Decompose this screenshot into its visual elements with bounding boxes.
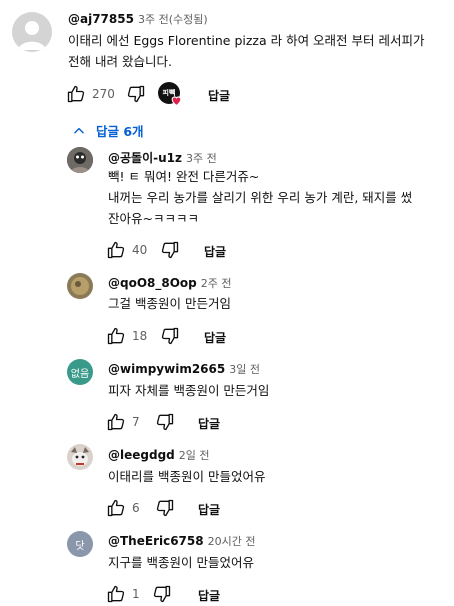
thumbs-up-icon xyxy=(107,499,125,517)
like-button[interactable] xyxy=(106,584,126,604)
avatar-text: 닷 xyxy=(75,540,85,552)
reply-button[interactable]: 답글 xyxy=(198,415,220,432)
comment-text: 이태리 에선 Eggs Florentine pizza 라 하여 오래전 부터… xyxy=(68,30,425,72)
comment-text-line: 피자 자체를 백종원이 만든거임 xyxy=(108,383,270,398)
reply-button[interactable]: 답글 xyxy=(204,329,226,346)
thumbs-down-icon xyxy=(161,241,179,259)
like-button[interactable] xyxy=(106,412,126,432)
profile-photo-icon xyxy=(67,147,93,173)
comment-text: 지구를 백종원이 만들었어유 xyxy=(108,552,254,573)
timestamp[interactable]: 3주 전(수정됨) xyxy=(138,13,208,26)
dislike-button[interactable] xyxy=(155,412,175,432)
comment-header: @TheEric6758 20시간 전 xyxy=(108,533,255,549)
author-handle[interactable]: @aj77855 xyxy=(68,12,134,26)
comment-text-line: 이태리 에선 Eggs Florentine pizza 라 하여 오래전 부터… xyxy=(68,33,425,48)
timestamp[interactable]: 2일 전 xyxy=(179,449,210,462)
like-count: 40 xyxy=(132,243,148,257)
like-button[interactable] xyxy=(66,84,86,104)
comment-header: @aj77855 3주 전(수정됨) xyxy=(68,11,208,27)
thumbs-down-icon xyxy=(156,499,174,517)
timestamp[interactable]: 3주 전 xyxy=(186,152,217,165)
avatar[interactable] xyxy=(67,444,93,470)
replies-toggle-label: 답글 6개 xyxy=(96,124,144,139)
like-button[interactable] xyxy=(106,498,126,518)
thumbs-up-icon xyxy=(107,241,125,259)
reply-button[interactable]: 답글 xyxy=(198,587,220,604)
reply-button[interactable]: 답글 xyxy=(208,87,230,104)
comment-text-line: 이태리를 백종원이 만들었어유 xyxy=(108,469,266,484)
default-avatar-icon xyxy=(18,21,46,50)
like-button[interactable] xyxy=(106,326,126,346)
heart-icon xyxy=(171,96,182,107)
comment-text: 그걸 백종원이 만든거임 xyxy=(108,293,231,314)
comment-text: 빽! ㅌ 뭐여! 완전 다른거쥬~ 내꺼는 우리 농가를 살리기 위한 우리 농… xyxy=(108,166,412,229)
replies-toggle[interactable]: 답글 6개 xyxy=(72,121,144,140)
comment-text-line: 빽! ㅌ 뭐여! 완전 다른거쥬~ xyxy=(108,169,260,184)
dislike-button[interactable] xyxy=(152,584,172,604)
timestamp[interactable]: 20시간 전 xyxy=(208,535,256,548)
comment-text: 피자 자체를 백종원이 만든거임 xyxy=(108,380,269,401)
dislike-button[interactable] xyxy=(126,84,146,104)
reply-button[interactable]: 답글 xyxy=(204,243,226,260)
dislike-button[interactable] xyxy=(155,498,175,518)
thumbs-down-icon xyxy=(161,327,179,345)
timestamp[interactable]: 3일 전 xyxy=(229,363,260,376)
comment-header: @wimpywim2665 3일 전 xyxy=(108,361,260,377)
author-handle[interactable]: @공돌이-u1z xyxy=(108,151,182,165)
comment-header: @leegdgd 2일 전 xyxy=(108,447,210,463)
creator-heart-badge: 피빽 xyxy=(158,82,184,108)
thumbs-down-icon xyxy=(153,585,171,603)
comment-header: @qoO8_8Oop 2주 전 xyxy=(108,275,232,291)
dislike-button[interactable] xyxy=(160,240,180,260)
profile-photo-icon xyxy=(67,273,93,299)
like-count: 6 xyxy=(132,501,140,515)
dislike-button[interactable] xyxy=(160,326,180,346)
comment-text-line: 내꺼는 우리 농가를 살리기 위한 우리 농가 계란, 돼지를 썼 xyxy=(108,190,413,205)
avatar[interactable]: 닷 xyxy=(67,531,93,557)
comment-header: @공돌이-u1z 3주 전 xyxy=(108,149,217,166)
avatar-text: 없음 xyxy=(70,368,90,380)
like-button[interactable] xyxy=(106,240,126,260)
chevron-up-icon xyxy=(74,127,84,133)
author-handle[interactable]: @qoO8_8Oop xyxy=(108,276,197,290)
thumbs-down-icon xyxy=(156,413,174,431)
reply-button[interactable]: 답글 xyxy=(198,501,220,518)
avatar[interactable]: 없음 xyxy=(67,359,93,385)
like-count: 270 xyxy=(92,87,115,101)
author-handle[interactable]: @wimpywim2665 xyxy=(108,362,225,376)
timestamp[interactable]: 2주 전 xyxy=(201,277,232,290)
author-handle[interactable]: @leegdgd xyxy=(108,448,175,462)
comment-text-line: 잔아유~ㅋㅋㅋㅋ xyxy=(108,211,199,226)
thumbs-up-icon xyxy=(107,585,125,603)
author-handle[interactable]: @TheEric6758 xyxy=(108,534,204,548)
comment-text-line: 그걸 백종원이 만든거임 xyxy=(108,296,231,311)
profile-photo-icon xyxy=(67,444,93,470)
comment-text: 이태리를 백종원이 만들었어유 xyxy=(108,466,265,487)
thumbs-up-icon xyxy=(107,413,125,431)
like-count: 1 xyxy=(132,587,140,601)
avatar[interactable] xyxy=(67,147,93,173)
comment-text-line: 전해 내려 왔습니다. xyxy=(68,54,172,69)
thumbs-down-icon xyxy=(127,85,145,103)
comment-text-line: 지구를 백종원이 만들었어유 xyxy=(108,555,254,570)
thumbs-up-icon xyxy=(67,85,85,103)
avatar[interactable] xyxy=(12,12,52,52)
thumbs-up-icon xyxy=(107,327,125,345)
like-count: 18 xyxy=(132,329,148,343)
avatar[interactable] xyxy=(67,273,93,299)
like-count: 7 xyxy=(132,415,140,429)
